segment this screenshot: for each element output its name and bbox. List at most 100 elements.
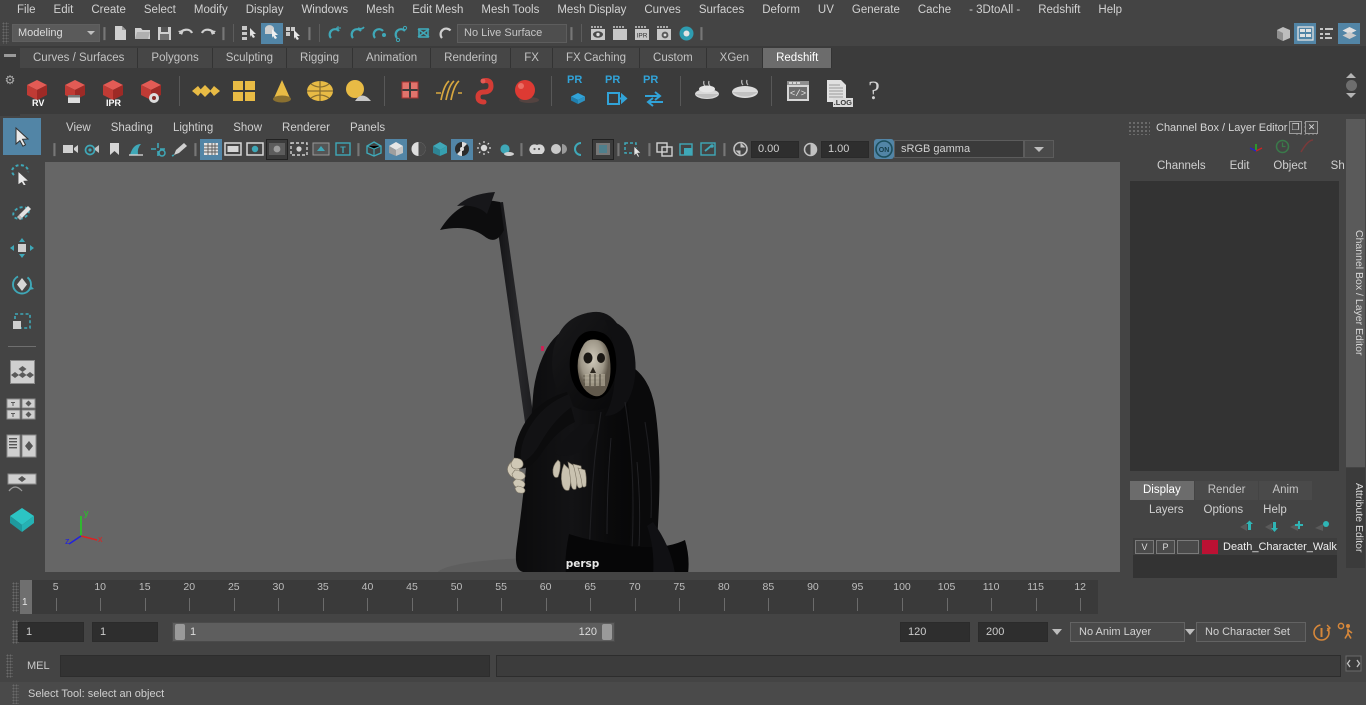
- create-layer-from-selected-icon[interactable]: [1314, 520, 1330, 533]
- redshift-render-view-icon[interactable]: RV: [20, 72, 58, 110]
- lasso-select-tool-icon[interactable]: [3, 155, 41, 192]
- menu-item-cache[interactable]: Cache: [909, 0, 960, 20]
- hypershade-icon[interactable]: [675, 23, 697, 44]
- gate-mask-icon[interactable]: [266, 138, 288, 160]
- shelf-tab-rendering[interactable]: Rendering: [431, 48, 512, 68]
- viewport-menu-shading[interactable]: Shading: [101, 122, 163, 134]
- ambient-occlusion-icon[interactable]: [526, 139, 548, 160]
- menu-item-modify[interactable]: Modify: [185, 0, 237, 20]
- single-perspective-view-icon[interactable]: [3, 353, 41, 390]
- time-slider-grip[interactable]: [12, 582, 19, 612]
- shelf-tab-sculpting[interactable]: Sculpting: [212, 48, 288, 68]
- range-end-time-field[interactable]: 120: [900, 622, 970, 642]
- rotate-tool-icon[interactable]: [3, 266, 41, 303]
- script-editor-launch-icon[interactable]: [1345, 655, 1362, 675]
- smooth-shade-icon[interactable]: [385, 138, 407, 160]
- channel-menu-edit[interactable]: Edit: [1218, 160, 1262, 172]
- multisample-icon[interactable]: [592, 138, 614, 160]
- menu-set-selector[interactable]: Modeling: [12, 24, 100, 42]
- range-start-time-field[interactable]: 1: [92, 622, 158, 642]
- channel-menu-channels[interactable]: Channels: [1145, 160, 1218, 172]
- side-tab-attribute-editor[interactable]: Attribute Editor: [1346, 468, 1365, 568]
- bookmark-icon[interactable]: [103, 139, 125, 160]
- show-hide-tool-settings-icon[interactable]: [1316, 23, 1338, 44]
- resolution-gate-icon[interactable]: [244, 139, 266, 160]
- command-input[interactable]: [59, 655, 490, 677]
- show-hide-modeling-toolkit-icon[interactable]: [1272, 23, 1294, 44]
- layer-playback-toggle[interactable]: P: [1156, 539, 1175, 554]
- shelf-tab-redshift[interactable]: Redshift: [763, 48, 833, 68]
- layer-menu-options[interactable]: Options: [1194, 504, 1254, 516]
- move-layer-up-icon[interactable]: [1239, 520, 1255, 533]
- redshift-pr-transfer-icon[interactable]: PR: [635, 72, 673, 110]
- panel-undock-icon[interactable]: ❐: [1289, 121, 1302, 134]
- textured-icon[interactable]: [451, 138, 473, 160]
- gamma-icon[interactable]: [799, 139, 821, 160]
- layer-type-toggle[interactable]: [1177, 539, 1199, 554]
- undo-icon[interactable]: [175, 23, 197, 44]
- range-start-handle[interactable]: [175, 624, 185, 640]
- show-hide-channel-box-icon[interactable]: [1338, 22, 1360, 44]
- select-by-hierarchy-icon[interactable]: [239, 23, 261, 44]
- redshift-log-icon[interactable]: .LOG: [817, 72, 855, 110]
- redshift-pr-object-icon[interactable]: PR: [559, 72, 597, 110]
- hypershade-persp-layout-icon[interactable]: [3, 501, 41, 538]
- menu-item-generate[interactable]: Generate: [843, 0, 909, 20]
- menu-item-display[interactable]: Display: [237, 0, 293, 20]
- menu-item-select[interactable]: Select: [135, 0, 185, 20]
- pan-zoom-icon[interactable]: [698, 139, 720, 160]
- current-time-indicator[interactable]: 1: [20, 580, 32, 614]
- statusline-grip[interactable]: [2, 22, 9, 44]
- layer-visibility-toggle[interactable]: V: [1135, 539, 1154, 554]
- redshift-grid-icon[interactable]: [225, 72, 263, 110]
- redshift-dome-light-icon[interactable]: [301, 72, 339, 110]
- redshift-diamond-icon[interactable]: [187, 72, 225, 110]
- animation-preferences-icon[interactable]: [1336, 622, 1356, 645]
- scroll-up-icon[interactable]: [1346, 72, 1356, 78]
- scroll-thumb[interactable]: [1345, 79, 1357, 91]
- xray-icon[interactable]: [288, 139, 310, 160]
- command-line-grip[interactable]: [6, 654, 13, 678]
- auto-keyframe-icon[interactable]: [1312, 623, 1331, 645]
- snap-to-projected-center-icon[interactable]: [391, 23, 413, 44]
- select-camera-icon[interactable]: [59, 139, 81, 160]
- menu-item-mesh-display[interactable]: Mesh Display: [548, 0, 635, 20]
- range-end-handle[interactable]: [602, 624, 612, 640]
- shelf-tab-polygons[interactable]: Polygons: [138, 48, 213, 68]
- move-tool-icon[interactable]: [3, 229, 41, 266]
- gamma-field[interactable]: 1.00: [821, 140, 869, 158]
- redshift-bake-icon[interactable]: [688, 72, 726, 110]
- menu-item-edit[interactable]: Edit: [45, 0, 83, 20]
- menu-item-deform[interactable]: Deform: [753, 0, 809, 20]
- menu-item-windows[interactable]: Windows: [292, 0, 357, 20]
- shelf-tab-animation[interactable]: Animation: [353, 48, 432, 68]
- shelf-tab-fx-caching[interactable]: FX Caching: [552, 48, 641, 68]
- grid-display-icon[interactable]: [654, 139, 676, 160]
- film-gate-toggle-icon[interactable]: [676, 139, 698, 160]
- use-all-lights-icon[interactable]: [473, 139, 495, 160]
- new-scene-icon[interactable]: [109, 23, 131, 44]
- outliner-persp-layout-icon[interactable]: [3, 427, 41, 464]
- character-set-select[interactable]: No Character Set: [1196, 622, 1306, 642]
- redshift-hair-icon[interactable]: [430, 72, 468, 110]
- menu-item-help[interactable]: Help: [1089, 0, 1131, 20]
- anti-aliasing-icon[interactable]: [570, 139, 592, 160]
- layer-color-swatch[interactable]: [1202, 539, 1218, 554]
- two-d-pan-zoom-icon[interactable]: [147, 139, 169, 160]
- snap-to-grid-icon[interactable]: [325, 23, 347, 44]
- redshift-render-settings-icon[interactable]: [134, 72, 172, 110]
- move-layer-down-icon[interactable]: [1264, 520, 1280, 533]
- persp-graph-layout-icon[interactable]: [3, 464, 41, 501]
- menu-item-mesh[interactable]: Mesh: [357, 0, 403, 20]
- exposure-icon[interactable]: [729, 139, 751, 160]
- color-management-dropdown-arrow[interactable]: [1024, 140, 1054, 158]
- color-management-icon[interactable]: ON: [874, 139, 894, 159]
- xray-joints-icon[interactable]: [310, 139, 332, 160]
- shelf-tab-fx[interactable]: FX: [511, 48, 553, 68]
- color-management-select[interactable]: sRGB gamma: [894, 140, 1024, 158]
- layer-tab-anim[interactable]: Anim: [1259, 481, 1312, 500]
- viewport-canvas[interactable]: persp y x z: [45, 162, 1120, 572]
- save-scene-icon[interactable]: [153, 23, 175, 44]
- irr-render-icon[interactable]: [609, 23, 631, 44]
- menu-item-redshift[interactable]: Redshift: [1029, 0, 1089, 20]
